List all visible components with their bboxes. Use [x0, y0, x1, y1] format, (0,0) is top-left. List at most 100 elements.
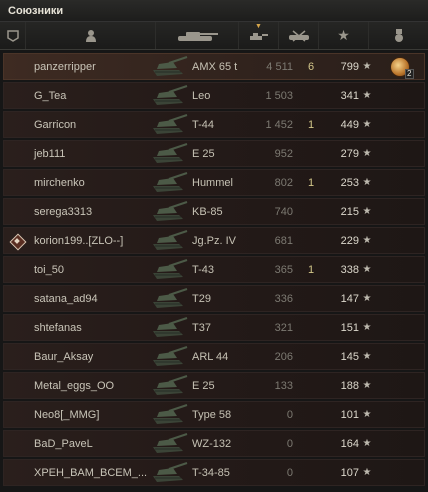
damage-column-header[interactable]: ▼ [239, 22, 279, 49]
player-name[interactable]: Metal_eggs_OO [29, 380, 149, 392]
tank-name: T37 [192, 321, 211, 334]
player-name[interactable]: serega3313 [29, 206, 149, 218]
xp-value: 145 [340, 350, 359, 363]
star-icon: ★ [362, 119, 372, 130]
medal-column-header[interactable] [369, 22, 428, 49]
table-row[interactable]: Neo8[_MMG] Type 58 0 101 ★ [3, 401, 425, 428]
xp-value: 147 [340, 292, 359, 305]
kills-value: 1 [307, 176, 315, 189]
damage-value: 0 [286, 408, 293, 421]
tank-icon [149, 54, 189, 80]
star-icon: ★ [337, 27, 350, 43]
xp-value: 164 [340, 437, 359, 450]
tank-name: AMX 65 t [192, 60, 238, 73]
xp-value: 151 [340, 321, 359, 334]
tank-icon [149, 199, 189, 225]
star-icon: ★ [362, 351, 372, 362]
damage-value: 133 [274, 379, 293, 392]
damage-value: 0 [286, 437, 293, 450]
table-row[interactable]: XPEH_BAM_BCEM_... T-34-85 0 107 ★ [3, 459, 425, 486]
damage-value: 206 [274, 350, 293, 363]
player-name[interactable]: XPEH_BAM_BCEM_... [29, 467, 149, 479]
player-name[interactable]: Garricon [29, 119, 149, 131]
sort-arrow-icon: ▼ [255, 23, 262, 30]
kills-value: 6 [307, 60, 315, 73]
player-list: panzerripper AMX 65 t 4 511 6 799 ★ 2 G_… [0, 50, 428, 486]
medal-icon[interactable]: 2 [389, 56, 414, 79]
table-row[interactable]: satana_ad94 T29 336 147 ★ [3, 285, 425, 312]
player-column-header[interactable] [26, 22, 156, 49]
tank-icon [149, 315, 189, 341]
player-name[interactable]: G_Tea [29, 90, 149, 102]
star-icon: ★ [362, 61, 372, 72]
damage-value: 802 [274, 176, 293, 189]
xp-value: 341 [340, 89, 359, 102]
player-name[interactable]: panzerripper [29, 61, 149, 73]
tank-icon [149, 257, 189, 283]
player-name[interactable]: satana_ad94 [29, 293, 149, 305]
damage-value: 1 503 [265, 89, 293, 102]
damage-value: 4 511 [266, 60, 293, 73]
tank-silhouette-icon [178, 31, 218, 41]
damage-value: 321 [274, 321, 293, 334]
star-icon: ★ [362, 264, 372, 275]
tank-name: ARL 44 [192, 350, 229, 363]
star-icon: ★ [362, 177, 372, 188]
star-icon: ★ [362, 206, 372, 217]
player-name[interactable]: mirchenko [29, 177, 149, 189]
tank-icon [149, 431, 189, 457]
tank-name: T29 [192, 292, 211, 305]
medal-cell: 2 [375, 56, 424, 79]
table-row[interactable]: G_Tea Leo 1 503 341 ★ [3, 82, 425, 109]
player-name[interactable]: korion199..[ZLO--] [29, 235, 149, 247]
tank-icon [149, 373, 189, 399]
xp-value: 253 [340, 176, 359, 189]
tank-icon [149, 344, 189, 370]
xp-value: 338 [340, 263, 359, 276]
table-row[interactable]: jeb111 E 25 952 279 ★ [3, 140, 425, 167]
table-row[interactable]: toi_50 T-43 365 1 338 ★ [3, 256, 425, 283]
xp-value: 799 [340, 60, 359, 73]
tank-column-header[interactable] [156, 22, 239, 49]
table-row[interactable]: shtefanas T37 321 151 ★ [3, 314, 425, 341]
player-name[interactable]: Neo8[_MMG] [29, 409, 149, 421]
tank-icon [149, 170, 189, 196]
table-row[interactable]: serega3313 KB-85 740 215 ★ [3, 198, 425, 225]
squad-column-header[interactable] [0, 22, 26, 49]
star-icon: ★ [362, 409, 372, 420]
damage-value: 740 [274, 205, 293, 218]
star-icon: ★ [362, 467, 372, 478]
tank-name: T-34-85 [192, 466, 230, 479]
tank-icon [149, 286, 189, 312]
table-row[interactable]: BaD_PaveL WZ-132 0 164 ★ [3, 430, 425, 457]
tank-name: Type 58 [192, 408, 232, 421]
star-icon: ★ [362, 293, 372, 304]
xp-column-header[interactable]: ★ [319, 22, 369, 49]
tank-name: WZ-132 [192, 437, 232, 450]
table-row[interactable]: Baur_Aksay ARL 44 206 145 ★ [3, 343, 425, 370]
medal-count: 2 [405, 68, 414, 79]
player-name[interactable]: BaD_PaveL [29, 438, 149, 450]
player-name[interactable]: toi_50 [29, 264, 149, 276]
damage-value: 336 [274, 292, 293, 305]
tank-name: Leo [192, 89, 211, 102]
table-row[interactable]: mirchenko Hummel 802 1 253 ★ [3, 169, 425, 196]
player-name[interactable]: jeb111 [29, 148, 149, 160]
tank-icon [149, 402, 189, 428]
tank-icon [149, 141, 189, 167]
star-icon: ★ [362, 438, 372, 449]
xp-value: 449 [340, 118, 359, 131]
table-header: ▼ ★ [0, 22, 428, 50]
damage-value: 681 [274, 234, 293, 247]
table-row[interactable]: korion199..[ZLO--] Jg.Pz. IV 681 229 ★ [3, 227, 425, 254]
table-row[interactable]: Metal_eggs_OO E 25 133 188 ★ [3, 372, 425, 399]
player-name[interactable]: shtefanas [29, 322, 149, 334]
table-row[interactable]: Garricon T-44 1 452 1 449 ★ [3, 111, 425, 138]
xp-value: 229 [340, 234, 359, 247]
player-name[interactable]: Baur_Aksay [29, 351, 149, 363]
allies-panel: Союзники ▼ ★ panzerripper AMX 65 t 4 511… [0, 0, 428, 492]
table-row[interactable]: panzerripper AMX 65 t 4 511 6 799 ★ 2 [3, 53, 425, 80]
panel-title: Союзники [0, 0, 428, 22]
kills-column-header[interactable] [279, 22, 319, 49]
tank-icon [149, 83, 189, 109]
